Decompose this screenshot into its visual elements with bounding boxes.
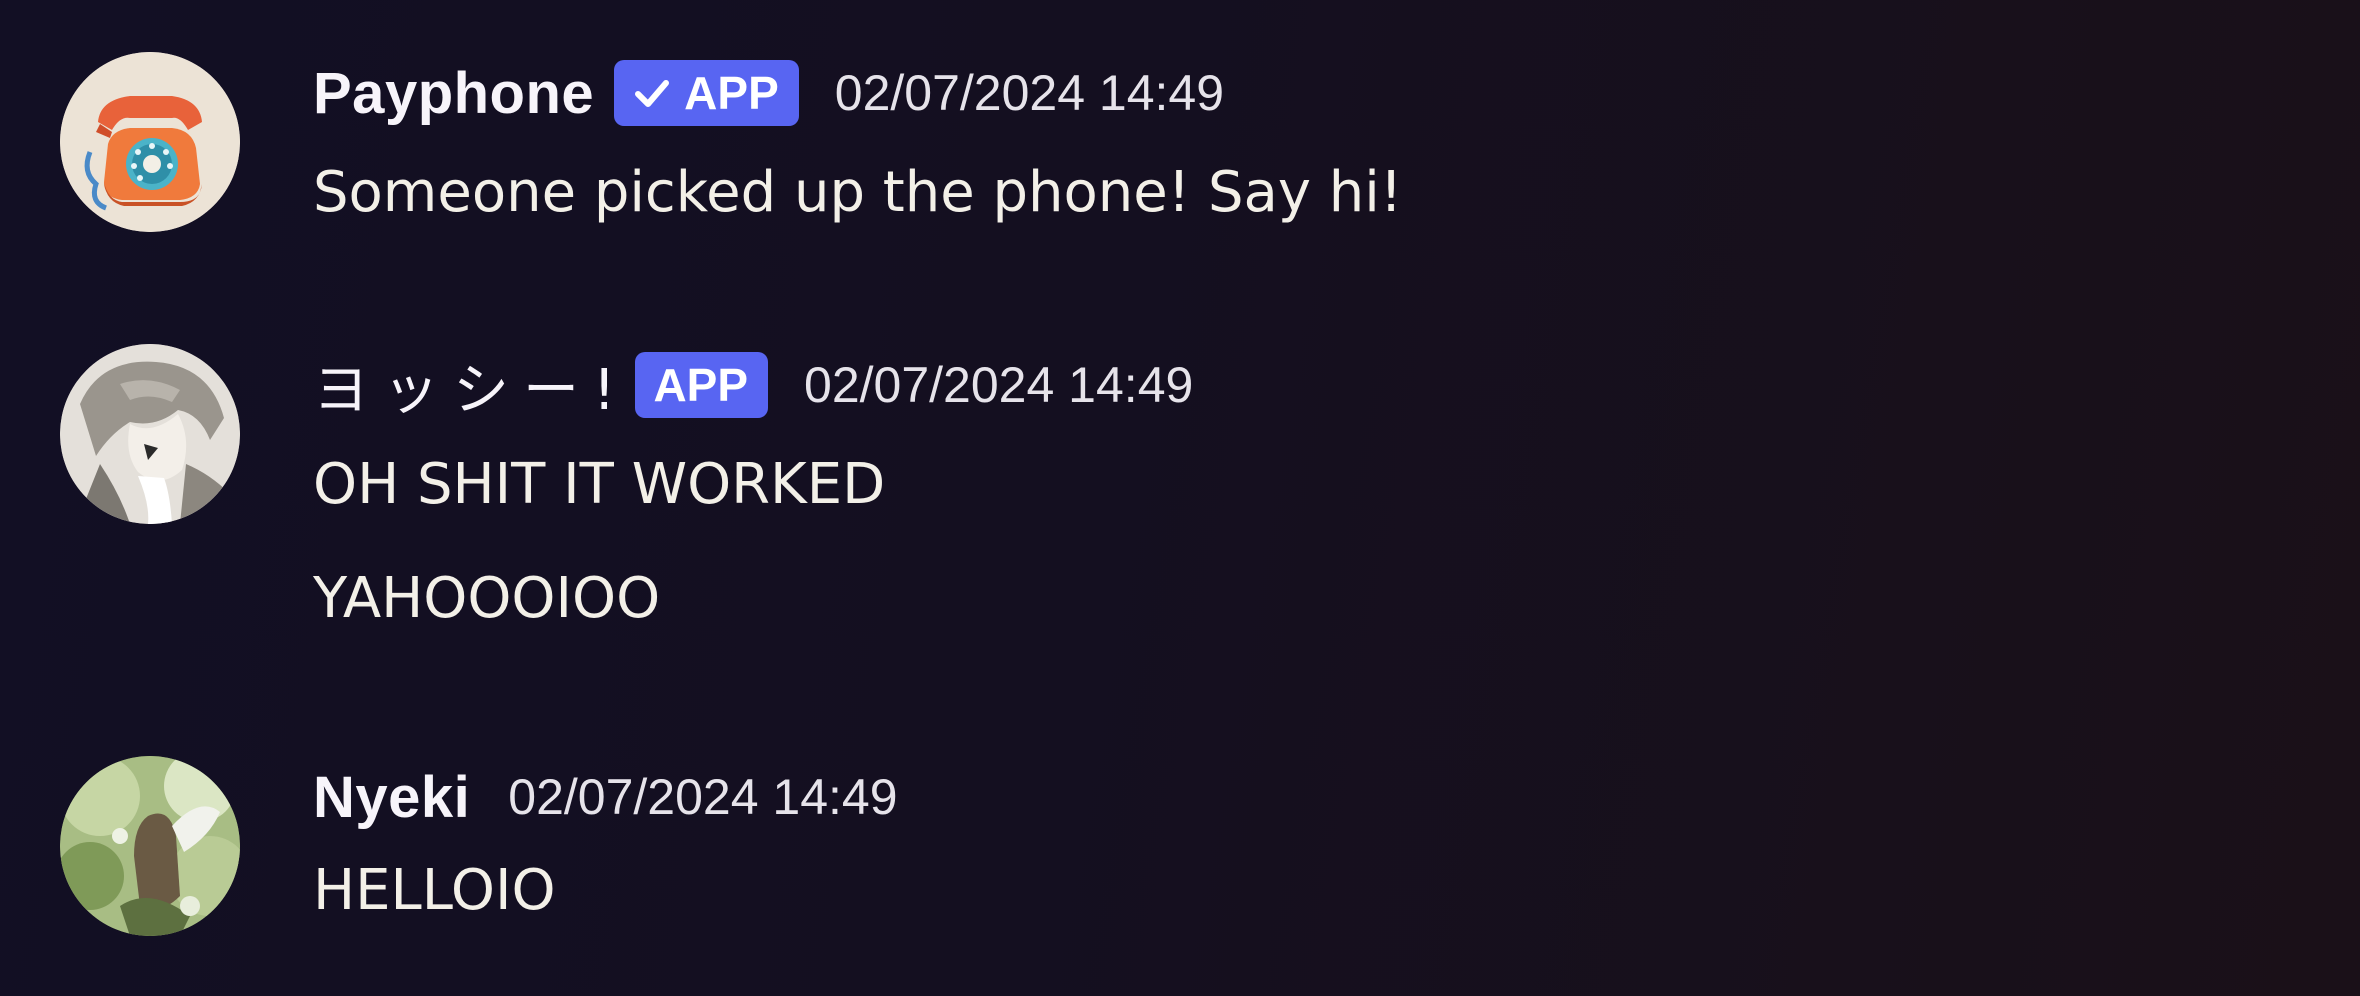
badge-label: APP: [684, 67, 779, 119]
timestamp[interactable]: 02/07/2024 14:49: [835, 64, 1224, 122]
username[interactable]: ヨッシー!: [313, 345, 629, 426]
message-text: Someone picked up the phone! Say hi!: [313, 160, 1403, 225]
anime-character-avatar: [60, 344, 240, 524]
avatar[interactable]: [60, 344, 240, 524]
telephone-icon: [60, 52, 240, 232]
nature-photo-avatar: [60, 756, 240, 936]
avatar[interactable]: [60, 756, 240, 936]
message-text: OH SHIT IT WORKED: [313, 452, 886, 517]
verified-app-badge: APP: [614, 60, 799, 126]
chat-message-list: Payphone APP 02/07/2024 14:49 Someone pi…: [0, 0, 2360, 996]
message-header: Nyeki 02/07/2024 14:49: [313, 762, 898, 832]
message-header: Payphone APP 02/07/2024 14:49: [313, 58, 1224, 128]
badge-label: APP: [653, 359, 749, 411]
timestamp[interactable]: 02/07/2024 14:49: [804, 356, 1193, 414]
app-badge: APP: [635, 352, 769, 418]
username[interactable]: Nyeki: [313, 764, 470, 831]
message-text: HELLOIO: [313, 858, 556, 923]
checkmark-icon: [635, 80, 670, 107]
message-header: ヨッシー! APP 02/07/2024 14:49: [313, 350, 1193, 423]
avatar[interactable]: [60, 52, 240, 232]
message-text: YAHOOOIOO: [313, 566, 661, 631]
timestamp[interactable]: 02/07/2024 14:49: [508, 768, 897, 826]
username[interactable]: Payphone: [313, 60, 594, 127]
